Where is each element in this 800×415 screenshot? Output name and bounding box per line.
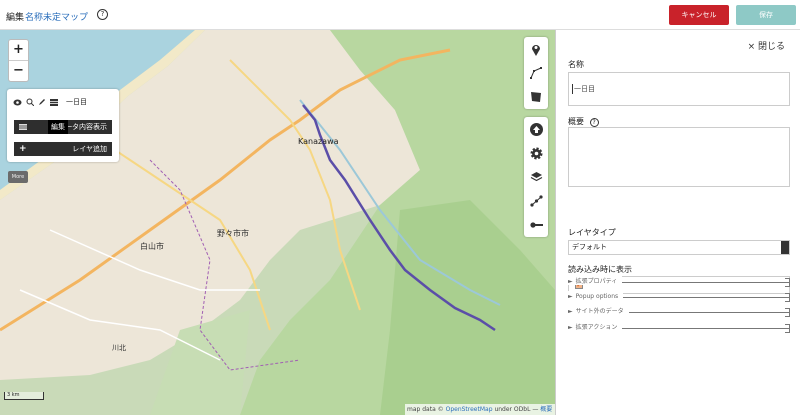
add-layer-button[interactable]: + レイヤ追加: [14, 142, 112, 156]
layers-icon: [530, 172, 542, 182]
plus-icon: +: [19, 144, 27, 154]
key-icon: [529, 222, 543, 228]
help-icon[interactable]: ?: [97, 9, 108, 20]
scale-bar: 3 km: [4, 392, 44, 400]
table-icon[interactable]: [50, 98, 58, 106]
layers-panel: 一日目 一タ内容表示 編集 + レイヤ追加: [7, 89, 119, 162]
description-label: 概要 ?: [568, 116, 599, 127]
polygon-tool[interactable]: [524, 85, 548, 109]
layer-name: 一日目: [66, 98, 87, 106]
polyline-tool[interactable]: [524, 61, 548, 85]
section-popup-options[interactable]: ► Popup options: [568, 291, 790, 302]
name-input-value: 一日目: [572, 84, 595, 94]
layers-tool[interactable]: [524, 165, 548, 189]
draw-toolbar: [524, 37, 548, 109]
section-extended-properties[interactable]: ► 拡張プロパティ: [568, 276, 790, 287]
share-icon: [529, 195, 543, 207]
share-tool[interactable]: [524, 189, 548, 213]
map-name-title[interactable]: 名称未定マップ: [25, 10, 88, 23]
cancel-button[interactable]: キャンセル: [669, 5, 729, 25]
place-label: 野々市市: [217, 229, 249, 238]
zoom-icon[interactable]: [26, 98, 34, 106]
help-icon[interactable]: ?: [589, 118, 599, 127]
map-attribution: map data © OpenStreetMap under ODbL — 概要: [405, 404, 555, 415]
map-tiles: [0, 30, 555, 415]
section-extended-actions[interactable]: ► 拡張アクション: [568, 322, 790, 333]
section-remote-data[interactable]: ► サイト外のデータ: [568, 306, 790, 317]
settings-toolbar: [524, 117, 548, 237]
layer-type-select[interactable]: デフォルト: [568, 240, 790, 255]
about-link[interactable]: 概要: [540, 406, 552, 413]
add-layer-label: レイヤ追加: [72, 145, 107, 153]
chevron-down-icon: [781, 241, 789, 254]
zoom-control: + −: [8, 39, 29, 82]
name-label: 名称: [568, 60, 584, 69]
place-label: 白山市: [140, 242, 164, 251]
place-label: 川北: [112, 344, 126, 352]
zoom-out-button[interactable]: −: [9, 61, 28, 82]
import-tool[interactable]: [524, 117, 548, 141]
table-icon: [19, 124, 27, 130]
marker-tool[interactable]: [524, 37, 548, 61]
edit-panel: × 閉じる 名称 一日目 概要 ? レイヤタイプ デフォルト 読み込み時に表示 …: [555, 30, 800, 415]
table-view-button[interactable]: 一タ内容表示 編集: [14, 120, 112, 134]
layer-row: 一日目: [13, 97, 87, 107]
permissions-tool[interactable]: [524, 213, 548, 237]
layer-type-label: レイヤタイプ: [568, 228, 616, 237]
pencil-icon[interactable]: [38, 98, 46, 106]
gear-icon: [530, 147, 542, 159]
top-bar: 編集 名称未定マップ ? キャンセル 保存: [0, 0, 800, 30]
polygon-icon: [531, 92, 541, 102]
polyline-icon: [530, 67, 542, 79]
zoom-in-button[interactable]: +: [9, 40, 28, 61]
marker-icon: [532, 44, 540, 56]
edit-mode-label: 編集: [6, 13, 25, 23]
name-input[interactable]: 一日目: [568, 72, 790, 106]
display-on-load-label: 読み込み時に表示: [568, 265, 632, 274]
description-textarea[interactable]: [568, 127, 790, 187]
osm-link[interactable]: OpenStreetMap: [446, 406, 493, 413]
table-view-label: 一タ内容表示: [65, 123, 107, 131]
more-button[interactable]: More: [8, 171, 28, 183]
settings-tool[interactable]: [524, 141, 548, 165]
edit-tooltip: 編集: [48, 120, 68, 134]
map-canvas[interactable]: Kanazawa 白山市 野々市市 川北: [0, 30, 555, 415]
upload-icon: [529, 122, 543, 136]
close-button[interactable]: × 閉じる: [748, 39, 785, 52]
save-button[interactable]: 保存: [736, 5, 796, 25]
eye-icon[interactable]: [13, 99, 22, 106]
city-label: Kanazawa: [298, 137, 339, 146]
